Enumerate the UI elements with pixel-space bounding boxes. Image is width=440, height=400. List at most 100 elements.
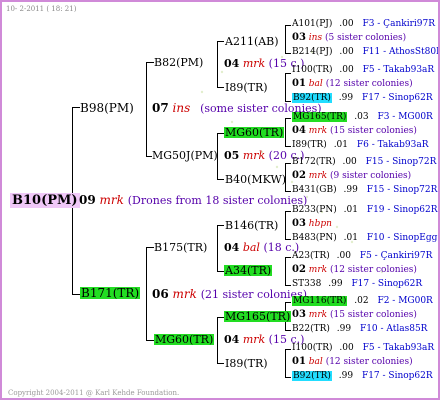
leaf-name[interactable]: I89(TR) [292,140,327,150]
leaf-name[interactable]: A101(PJ) [292,19,332,29]
leaf-name[interactable]: B172(TR) [292,157,336,167]
leaf-generation: 04 [292,125,306,136]
leaf-note: (12 sister colonies) [329,265,417,275]
leaf-row-bottom[interactable]: B483(PN) .01 F10 - SinopEgg86R [292,233,438,243]
leaf-name[interactable]: B431(GB) [292,185,337,195]
leaf-value: .00 [339,19,354,29]
connector [285,330,291,331]
connector [285,191,291,192]
leaf-note: (5 sister colonies) [324,33,407,43]
leaf-info: F17 - Sinop62R [351,279,423,289]
date-header: 10- 2-2011 ( 18: 21) [6,5,77,13]
connector [146,62,147,156]
connector [217,363,224,364]
pedigree-frame: 10- 2-2011 ( 18: 21) B10(PM) 09 mrk (Dro… [0,0,440,400]
leaf-name[interactable]: A23(TR) [292,251,330,261]
connector [285,146,291,147]
connector [217,41,218,87]
leaf-generation: 03 [292,32,306,43]
connector [285,118,286,146]
grandmother[interactable]: B82(PM) [154,57,203,68]
great-grandmother[interactable]: A34(TR) [224,265,273,276]
great-grandmother[interactable]: A211(AB) [225,36,279,47]
leaf-row-top[interactable]: MG165(TR) .03 F3 - MG00R [292,112,433,122]
leaf-name[interactable]: B92(TR) [292,93,332,103]
leaf-name[interactable]: B233(PN) [292,205,337,215]
mother-b[interactable]: B171(TR) [80,287,141,299]
grandmother-generation: 04 [224,333,240,346]
great-grandmother[interactable]: MG165(TR) [224,311,292,322]
leaf-info: F5 - Takab93aR [362,65,435,75]
connector [217,225,224,226]
leaf-name[interactable]: B22(TR) [292,324,330,334]
leaf-row-bottom[interactable]: ST338 .99 F17 - Sinop62R [292,280,422,289]
grandmother-mating: 04 bal (18 c.) [224,242,299,253]
leaf-code: mrk [308,126,328,136]
grandmother[interactable]: B175(TR) [154,242,207,253]
leaf-code: mrk [308,310,328,320]
leaf-generation: 01 [292,78,306,89]
grandmother-generation: 04 [224,241,240,254]
connector [146,247,154,248]
grandmother-generation: 05 [224,149,240,162]
leaf-code: hbpn [308,219,332,229]
leaf-name[interactable]: I100(TR) [292,65,333,75]
great-grandmother[interactable]: B40(MKW) [225,174,286,185]
great-grandmother[interactable]: B146(TR) [225,220,278,231]
leaf-row-top[interactable]: A23(TR) .00 F5 - Çankiri97R [292,252,432,261]
connector [285,25,291,26]
connector [217,271,224,272]
leaf-row-bottom[interactable]: B431(GB) .99 F15 - Sinop72R [292,186,437,195]
leaf-code: ins [308,33,323,43]
leaf-row-top[interactable]: B233(PN) .01 F19 - Sinop62R [292,206,438,215]
connector [285,25,286,53]
leaf-name[interactable]: B483(PN) [292,233,337,243]
leaf-info: F11 - AthosSt80R [362,47,440,57]
leaf-row-top[interactable]: I100(TR) .00 F5 - Takab93aR [292,344,434,353]
leaf-value: .00 [339,65,354,75]
leaf-name[interactable]: B92(TR) [292,371,332,381]
great-grandmother[interactable]: I89(TR) [225,82,268,93]
great-grandmother[interactable]: I89(TR) [225,358,268,369]
connector [146,340,154,341]
leaf-value: .99 [328,279,343,289]
leaf-name[interactable]: B214(PJ) [292,47,332,57]
connector [217,133,224,134]
connector [217,41,224,42]
root-queen[interactable]: B10(PM) [10,193,80,208]
mother-b-mating: 06 mrk (21 sister colonies) [152,288,307,300]
leaf-value: .03 [354,112,369,122]
leaf-mating: 03 mrk (15 sister colonies) [292,310,417,320]
leaf-row-top[interactable]: A101(PJ) .00 F3 - Çankiri97R [292,20,435,29]
leaf-info: F2 - MG00R [377,296,433,306]
leaf-name[interactable]: ST338 [292,279,321,289]
leaf-mating: 04 mrk (15 sister colonies) [292,126,417,136]
leaf-name[interactable]: MG116(TR) [292,296,348,306]
leaf-row-bottom[interactable]: B92(TR) .99 F17 - Sinop62R [292,93,433,103]
leaf-row-bottom[interactable]: I89(TR) .01 F6 - Takab93aR [292,141,428,150]
leaf-row-top[interactable]: I100(TR) .00 F5 - Takab93aR [292,66,434,75]
connector [285,211,286,239]
leaf-name[interactable]: MG165(TR) [292,112,348,122]
leaf-row-top[interactable]: MG116(TR) .02 F2 - MG00R [292,296,433,306]
leaf-generation: 02 [292,170,306,181]
connector [217,317,224,318]
mother-a[interactable]: B98(PM) [80,102,134,114]
leaf-row-bottom[interactable]: B22(TR) .99 F10 - Atlas85R [292,325,427,334]
great-grandmother[interactable]: MG60(TR) [224,127,285,138]
connector [285,257,291,258]
connector [285,285,291,286]
leaf-row-top[interactable]: B172(TR) .00 F15 - Sinop72R [292,158,436,167]
leaf-value: .00 [339,47,354,57]
leaf-row-bottom[interactable]: B92(TR) .99 F17 - Sinop62R [292,371,433,381]
leaf-row-bottom[interactable]: B214(PJ) .00 F11 - AthosSt80R [292,47,440,57]
connector [72,294,80,295]
mother-b-generation: 06 [152,287,169,301]
grandmother[interactable]: MG60(TR) [154,334,215,345]
mother-a-generation: 07 [152,101,169,115]
leaf-name[interactable]: I100(TR) [292,343,333,353]
mother-a-code: ins [172,101,191,115]
leaf-info: F3 - MG00R [377,112,433,122]
connector [285,239,291,240]
grandmother[interactable]: MG50J(PM) [152,150,218,161]
